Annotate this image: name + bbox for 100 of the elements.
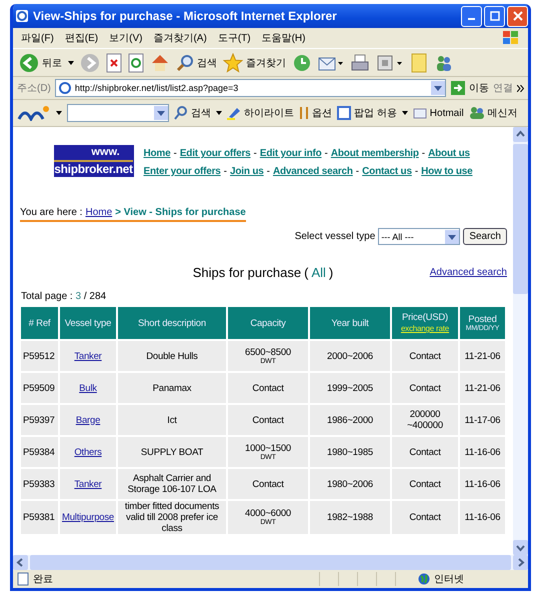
column-header: Capacity [228,307,308,339]
close-button[interactable] [507,6,528,26]
separator: - [224,166,228,177]
vertical-scrollbar[interactable] [513,127,528,555]
table-cell: Asphalt Carrier and Storage 106-107 LOA [118,469,226,499]
table-cell: Contact [228,469,308,499]
highlight-button[interactable]: 하이라이트 [227,106,294,120]
edit-icon[interactable] [376,52,404,72]
table-cell: Contact [392,373,458,403]
column-header: # Ref [21,307,58,339]
horizontal-scrollbar[interactable] [13,555,528,570]
vessel-type-select[interactable]: --- All --- [378,228,460,245]
exchange-rate-link[interactable]: exchange rate [393,323,457,334]
site-logo[interactable]: www. shipbroker.net [54,145,134,177]
nav-link[interactable]: Join us [230,166,264,177]
caret-icon[interactable] [56,111,62,115]
window-title: View-Ships for purchase - Microsoft Internet Explorer [33,9,338,23]
table-cell: Contact [392,501,458,534]
menu-item[interactable]: 도구(T) [218,31,251,45]
menu-item[interactable]: 즐겨찾기(A) [153,31,207,45]
nav-link[interactable]: Home [144,148,170,159]
vessel-type-link[interactable]: Others [74,446,102,458]
links-label[interactable]: 연결 [493,81,513,95]
globe-icon [418,573,430,585]
search-button[interactable]: 검색 [174,106,211,120]
vessel-type-label: Select vessel type [294,231,376,242]
menu-item[interactable]: 도움말(H) [262,31,306,45]
windows-flag-icon [502,30,520,46]
separator: - [324,148,328,159]
caret-icon[interactable] [68,60,74,64]
page-icon [17,572,29,586]
browser-logo-icon [15,9,29,23]
popup-button[interactable]: 팝업 허용 [337,106,397,120]
stop-icon[interactable] [106,52,122,72]
chevron-icon[interactable] [517,84,524,92]
people-icon [468,106,485,120]
home-link[interactable]: Home [85,207,112,218]
nav-link[interactable]: Advanced search [272,166,353,177]
separator: - [414,166,418,177]
filter-value: All [311,265,326,282]
table-cell: 11-16-06 [460,469,505,499]
address-field[interactable]: http://shipbroker.net/list/list2.asp?page=3 [54,79,446,97]
favorites-button[interactable]: 즐겨찾기 [223,52,286,72]
vessel-type-link[interactable]: Tanker [74,478,102,490]
address-label: 주소(D) [17,82,51,95]
separator: - [254,148,257,159]
vessel-type-link[interactable]: Barge [76,414,100,426]
menu-item[interactable]: 파일(F) [21,31,54,45]
home-icon[interactable] [150,52,170,72]
table-cell: P59383 [21,469,58,499]
nav-link[interactable]: Edit your offers [180,148,251,159]
go-button[interactable]: 이동 [450,80,489,96]
caret-icon[interactable] [402,111,408,115]
scroll-left-icon[interactable] [13,555,28,570]
history-icon[interactable] [292,52,312,72]
total-page-label: Total page : [21,291,73,302]
hotmail-button[interactable]: Hotmail [412,107,464,119]
caret-icon[interactable] [216,111,222,115]
marker-icon [227,106,241,120]
search-button[interactable]: 검색 [176,54,217,72]
zone-text: 인터넷 [434,573,465,586]
scroll-right-icon[interactable] [513,555,528,570]
table-cell: Double Hulls [118,341,226,371]
vessel-type-link[interactable]: Tanker [74,350,102,362]
refresh-icon[interactable] [128,52,144,72]
table-cell: 11-21-06 [460,341,505,371]
scroll-down-icon[interactable] [513,540,528,555]
options-button[interactable]: 옵션 [299,106,332,120]
nav-link[interactable]: About membership [330,148,419,159]
vessel-type-link[interactable]: Bulk [79,382,97,394]
table-cell: SUPPLY BOAT [118,437,226,467]
messenger-button[interactable]: 메신저 [468,106,518,120]
minimize-button[interactable] [461,6,482,26]
table-cell: 1980~2006 [310,469,390,499]
table-cell: 1999~2005 [310,373,390,403]
nav-link[interactable]: Contact us [362,166,412,177]
bracket: ( [304,265,308,282]
table-cell: Ict [118,405,226,435]
msn-logo [17,105,51,121]
advanced-search-link[interactable]: Advanced search [430,267,507,278]
menu-item[interactable]: 보기(V) [109,31,142,45]
current-page: 3 [76,291,82,302]
menu-item[interactable]: 편집(E) [64,31,98,45]
total-pages: / 284 [84,291,106,302]
scroll-up-icon[interactable] [513,127,528,142]
column-header: Short description [118,307,226,339]
star-icon [223,52,243,72]
back-button[interactable]: 뒤로 [19,52,62,72]
vessel-type-link[interactable]: Multipurpose [62,512,114,523]
nav-link[interactable]: Enter your offers [144,166,221,177]
column-header: Vessel type [60,307,116,339]
nav-link[interactable]: About us [428,148,470,159]
search-button[interactable]: Search [463,228,507,245]
table-cell: P59512 [21,341,58,371]
msn-search-field[interactable] [67,104,169,122]
maximize-button[interactable] [484,6,505,26]
nav-link[interactable]: How to use [421,166,472,177]
printer-icon[interactable] [350,52,370,72]
table-cell: 11-17-06 [460,405,505,435]
nav-link[interactable]: Edit your info [260,148,322,159]
